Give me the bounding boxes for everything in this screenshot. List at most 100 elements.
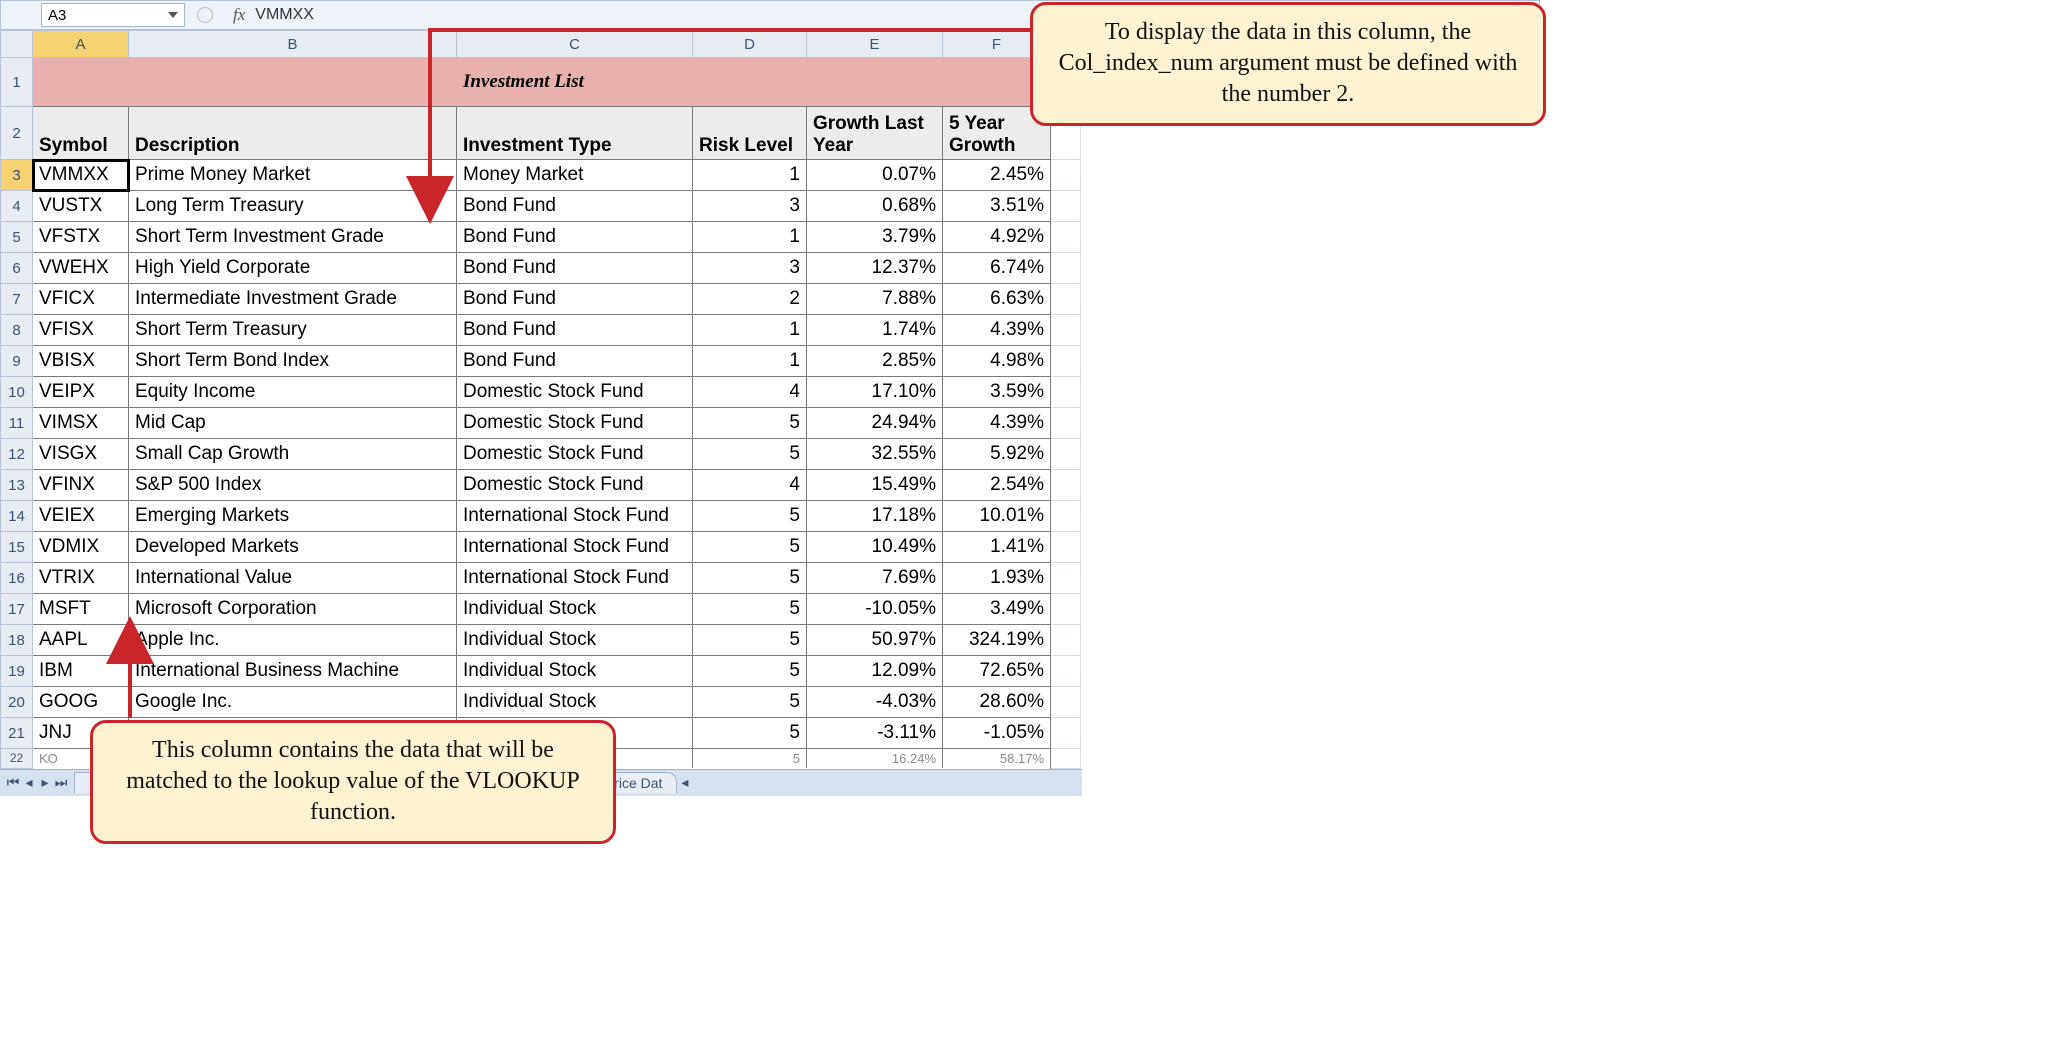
cell[interactable]: Google Inc.	[129, 687, 457, 718]
row-header[interactable]: 15	[1, 532, 33, 563]
cell[interactable]: 5	[693, 439, 807, 470]
cell[interactable]: International Stock Fund	[457, 532, 693, 563]
cell[interactable]: VISGX	[33, 439, 129, 470]
header-cell-d[interactable]: Risk Level	[693, 107, 807, 160]
cell[interactable]: 1.93%	[943, 563, 1051, 594]
cell[interactable]: 3	[693, 191, 807, 222]
cell[interactable]: Money Market	[457, 160, 693, 191]
blank-cell[interactable]	[1051, 377, 1081, 408]
cell[interactable]: 3.59%	[943, 377, 1051, 408]
cell[interactable]: Developed Markets	[129, 532, 457, 563]
cell[interactable]: MSFT	[33, 594, 129, 625]
cell[interactable]: 5	[693, 532, 807, 563]
row-header[interactable]: 8	[1, 315, 33, 346]
cell[interactable]: Small Cap Growth	[129, 439, 457, 470]
cell[interactable]: Domestic Stock Fund	[457, 439, 693, 470]
fx-icon[interactable]: fx	[233, 5, 245, 25]
row-header[interactable]: 3	[1, 160, 33, 191]
cell[interactable]: 4.92%	[943, 222, 1051, 253]
cell[interactable]: Bond Fund	[457, 346, 693, 377]
cell[interactable]: Mid Cap	[129, 408, 457, 439]
cell[interactable]: 1.74%	[807, 315, 943, 346]
cell[interactable]: -10.05%	[807, 594, 943, 625]
blank-cell[interactable]	[1051, 439, 1081, 470]
col-header-a[interactable]: A	[33, 31, 129, 58]
cell[interactable]: VFICX	[33, 284, 129, 315]
cell[interactable]: Equity Income	[129, 377, 457, 408]
cell[interactable]: AAPL	[33, 625, 129, 656]
cell[interactable]: GOOG	[33, 687, 129, 718]
tab-nav-prev-icon[interactable]: ◂	[22, 774, 36, 791]
blank-cell[interactable]	[1051, 191, 1081, 222]
blank-cell[interactable]	[1051, 284, 1081, 315]
row-header[interactable]: 5	[1, 222, 33, 253]
row-header[interactable]: 7	[1, 284, 33, 315]
formula-input[interactable]: fx VMMXX	[233, 5, 314, 25]
cell[interactable]: 12.09%	[807, 656, 943, 687]
row-header[interactable]: 6	[1, 253, 33, 284]
cell[interactable]: 7.88%	[807, 284, 943, 315]
cell[interactable]: 10.49%	[807, 532, 943, 563]
cell[interactable]: IBM	[33, 656, 129, 687]
cell[interactable]: 5	[693, 408, 807, 439]
row-header[interactable]: 9	[1, 346, 33, 377]
cell[interactable]: 4.39%	[943, 315, 1051, 346]
cell[interactable]: International Stock Fund	[457, 563, 693, 594]
cell[interactable]: 2.85%	[807, 346, 943, 377]
cell[interactable]: 5	[693, 656, 807, 687]
blank-cell[interactable]	[1051, 253, 1081, 284]
cell[interactable]: 2	[693, 284, 807, 315]
cell[interactable]: Individual Stock	[457, 687, 693, 718]
blank-cell[interactable]	[1051, 687, 1081, 718]
cell[interactable]: Domestic Stock Fund	[457, 377, 693, 408]
cell[interactable]: VBISX	[33, 346, 129, 377]
blank-cell[interactable]	[1051, 594, 1081, 625]
cell[interactable]: S&P 500 Index	[129, 470, 457, 501]
cell[interactable]: 5	[693, 718, 807, 749]
tab-nav-next-icon[interactable]: ▸	[38, 774, 52, 791]
cell[interactable]: 1	[693, 160, 807, 191]
cell[interactable]: 3	[693, 253, 807, 284]
cell[interactable]: International Stock Fund	[457, 501, 693, 532]
cell[interactable]: High Yield Corporate	[129, 253, 457, 284]
cell[interactable]: VIMSX	[33, 408, 129, 439]
cell[interactable]: Short Term Treasury	[129, 315, 457, 346]
cell[interactable]: VFINX	[33, 470, 129, 501]
tab-nav-first-icon[interactable]: ⏮	[6, 774, 20, 791]
title-cell[interactable]: Investment List	[33, 58, 1051, 107]
cell[interactable]: 7.69%	[807, 563, 943, 594]
cell[interactable]: Intermediate Investment Grade	[129, 284, 457, 315]
cell[interactable]: 2.45%	[943, 160, 1051, 191]
header-cell-e[interactable]: Growth Last Year	[807, 107, 943, 160]
blank-cell[interactable]	[1051, 718, 1081, 749]
cell[interactable]: 5	[693, 625, 807, 656]
cell[interactable]: Domestic Stock Fund	[457, 408, 693, 439]
cell[interactable]: 5	[693, 687, 807, 718]
row-header[interactable]: 2	[1, 107, 33, 160]
cell[interactable]: 1	[693, 222, 807, 253]
row-header[interactable]: 16	[1, 563, 33, 594]
cell[interactable]: Prime Money Market	[129, 160, 457, 191]
cell[interactable]: 28.60%	[943, 687, 1051, 718]
cell[interactable]: Long Term Treasury	[129, 191, 457, 222]
header-cell-c[interactable]: Investment Type	[457, 107, 693, 160]
cell[interactable]: 3.49%	[943, 594, 1051, 625]
cell[interactable]: VWEHX	[33, 253, 129, 284]
cell[interactable]: 5	[693, 594, 807, 625]
cell[interactable]: VMMXX	[33, 160, 129, 191]
row-header[interactable]: 13	[1, 470, 33, 501]
refresh-icon[interactable]	[197, 7, 213, 23]
cell[interactable]: 17.18%	[807, 501, 943, 532]
cell[interactable]: 16.24%	[807, 749, 943, 769]
blank-cell[interactable]	[1051, 625, 1081, 656]
tab-scroll-icon[interactable]: ◂	[681, 774, 688, 791]
cell[interactable]: 2.54%	[943, 470, 1051, 501]
cell[interactable]: Bond Fund	[457, 253, 693, 284]
cell[interactable]: VUSTX	[33, 191, 129, 222]
cell[interactable]: 4	[693, 377, 807, 408]
cell[interactable]: VDMIX	[33, 532, 129, 563]
cell[interactable]: -4.03%	[807, 687, 943, 718]
cell[interactable]: Bond Fund	[457, 315, 693, 346]
cell[interactable]: Domestic Stock Fund	[457, 470, 693, 501]
cell[interactable]: 15.49%	[807, 470, 943, 501]
